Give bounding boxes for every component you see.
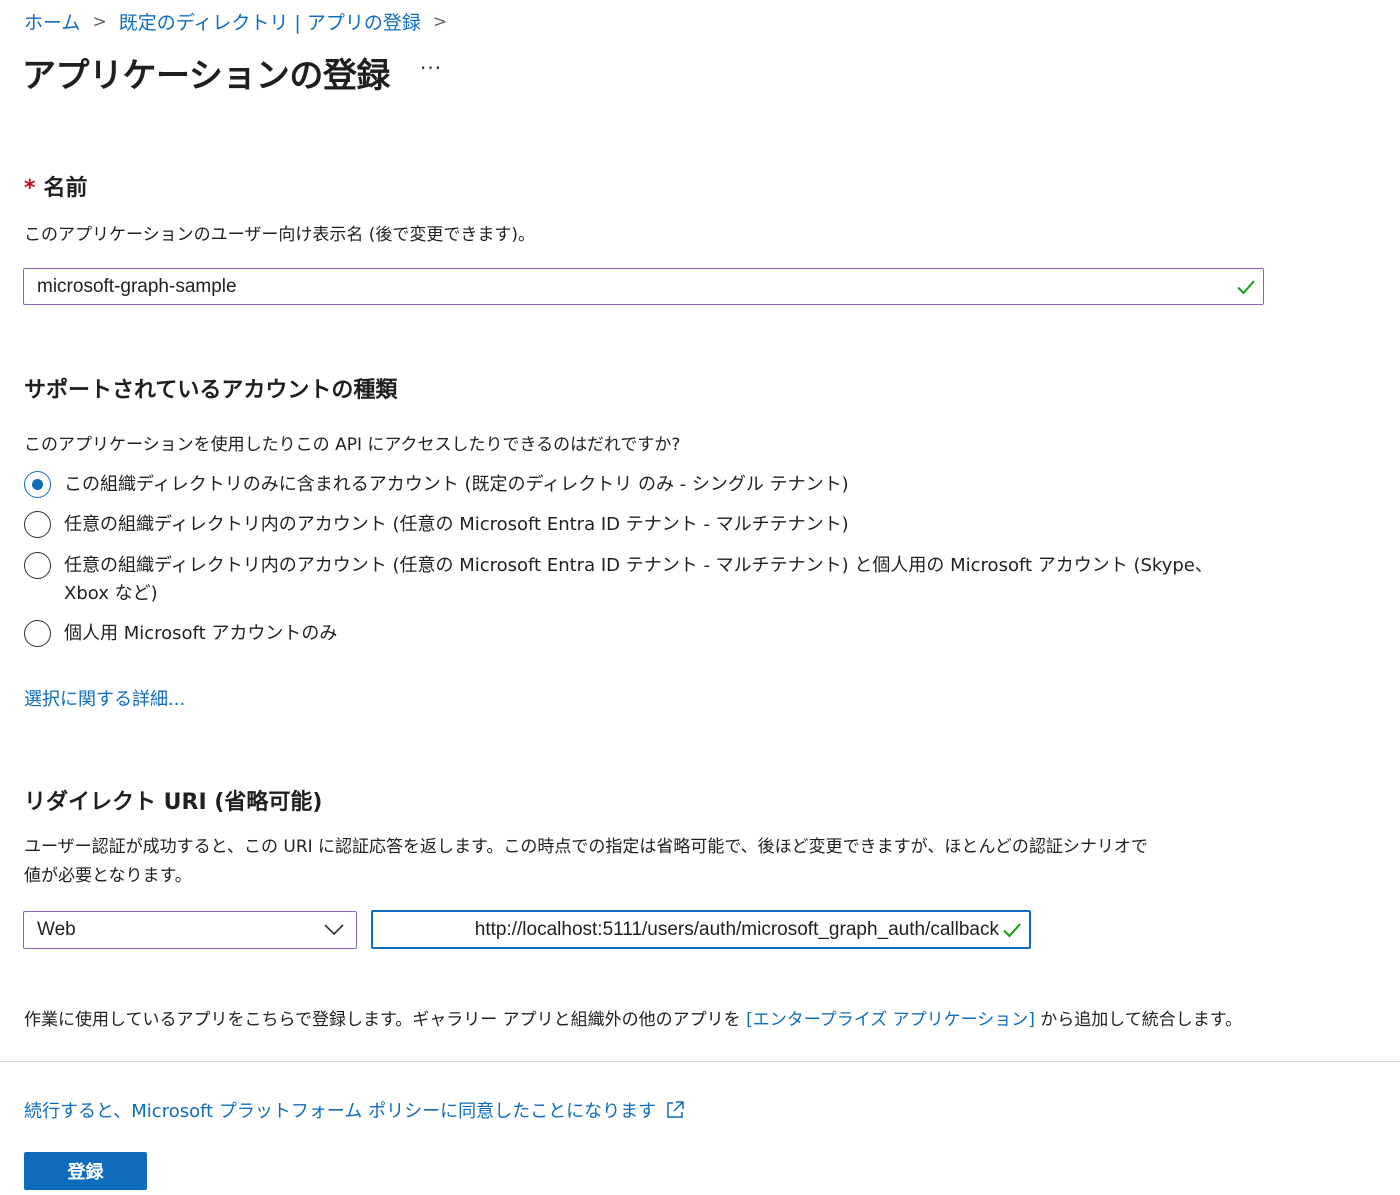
account-types-heading: サポートされているアカウントの種類 xyxy=(24,378,398,403)
platform-dropdown[interactable]: Web xyxy=(23,911,357,949)
breadcrumb-directory-link[interactable]: 既定のディレクトリ | アプリの登録 xyxy=(119,8,421,35)
radio-multi-tenant[interactable]: 任意の組織ディレクトリ内のアカウント (任意の Microsoft Entra … xyxy=(24,511,849,539)
redirect-uri-description: ユーザー認証が成功すると、この URI に認証応答を返します。この時点での指定は… xyxy=(24,833,1148,891)
name-input-value: microsoft-graph-sample xyxy=(37,275,237,297)
name-heading-text: 名前 xyxy=(43,176,88,201)
radio-label-line1: 任意の組織ディレクトリ内のアカウント (任意の Microsoft Entra … xyxy=(64,555,1213,576)
page-title: アプリケーションの登録 xyxy=(22,56,390,96)
redirect-description-line2: 値が必要となります。 xyxy=(24,866,192,886)
register-button[interactable]: 登録 xyxy=(24,1152,147,1190)
redirect-uri-value: http://localhost:5111/users/auth/microso… xyxy=(474,918,999,940)
selection-help-link[interactable]: 選択に関する詳細... xyxy=(24,685,185,711)
name-heading: * 名前 xyxy=(24,170,88,202)
radio-personal-only[interactable]: 個人用 Microsoft アカウントのみ xyxy=(24,620,337,648)
open-in-new-icon xyxy=(667,1101,684,1118)
redirect-uri-heading: リダイレクト URI (省略可能) xyxy=(24,790,323,815)
checkmark-icon xyxy=(1237,279,1255,294)
radio-button[interactable] xyxy=(24,552,51,579)
redirect-description-line1: ユーザー認証が成功すると、この URI に認証応答を返します。この時点での指定は… xyxy=(24,837,1148,857)
radio-multi-tenant-personal[interactable]: 任意の組織ディレクトリ内のアカウント (任意の Microsoft Entra … xyxy=(24,552,1213,608)
more-options-button[interactable]: ··· xyxy=(420,56,442,80)
enterprise-apps-note: 作業に使用しているアプリをこちらで登録します。ギャラリー アプリと組織外の他のア… xyxy=(24,1005,1242,1030)
note-text-after: から追加して統合します。 xyxy=(1034,1010,1243,1030)
chevron-down-icon xyxy=(324,924,344,936)
breadcrumb-home-link[interactable]: ホーム xyxy=(24,8,80,35)
radio-label: 任意の組織ディレクトリ内のアカウント (任意の Microsoft Entra … xyxy=(64,514,849,535)
chevron-right-icon: > xyxy=(92,11,107,32)
radio-single-tenant[interactable]: この組織ディレクトリのみに含まれるアカウント (既定のディレクトリ のみ - シ… xyxy=(24,471,849,499)
enterprise-apps-link[interactable]: [エンタープライズ アプリケーション] xyxy=(746,1010,1035,1030)
radio-label: この組織ディレクトリのみに含まれるアカウント (既定のディレクトリ のみ - シ… xyxy=(64,474,849,495)
chevron-right-icon: > xyxy=(432,11,448,32)
breadcrumb: ホーム > 既定のディレクトリ | アプリの登録 > xyxy=(24,8,459,35)
radio-label-line2: Xbox など) xyxy=(64,583,158,604)
required-mark: * xyxy=(24,176,36,201)
checkmark-icon xyxy=(1003,922,1021,937)
name-input[interactable]: microsoft-graph-sample xyxy=(23,268,1264,305)
radio-label: 任意の組織ディレクトリ内のアカウント (任意の Microsoft Entra … xyxy=(64,552,1213,608)
radio-button-selected[interactable] xyxy=(24,471,51,498)
radio-button[interactable] xyxy=(24,620,51,647)
divider xyxy=(0,1061,1400,1062)
radio-label: 個人用 Microsoft アカウントのみ xyxy=(64,623,338,644)
platform-dropdown-value: Web xyxy=(37,919,76,940)
platform-policy-link[interactable]: 続行すると、Microsoft プラットフォーム ポリシーに同意したことになりま… xyxy=(24,1097,686,1123)
account-types-question: このアプリケーションを使用したりこの API にアクセスしたりできるのはだれです… xyxy=(24,435,681,455)
note-text-before: 作業に使用しているアプリをこちらで登録します。ギャラリー アプリと組織外の他のア… xyxy=(24,1010,747,1030)
redirect-uri-input[interactable]: http://localhost:5111/users/auth/microso… xyxy=(371,910,1031,949)
platform-policy-text: 続行すると、Microsoft プラットフォーム ポリシーに同意したことになりま… xyxy=(24,1101,657,1122)
radio-button[interactable] xyxy=(24,511,51,538)
name-description: このアプリケーションのユーザー向け表示名 (後で変更できます)。 xyxy=(24,225,535,245)
